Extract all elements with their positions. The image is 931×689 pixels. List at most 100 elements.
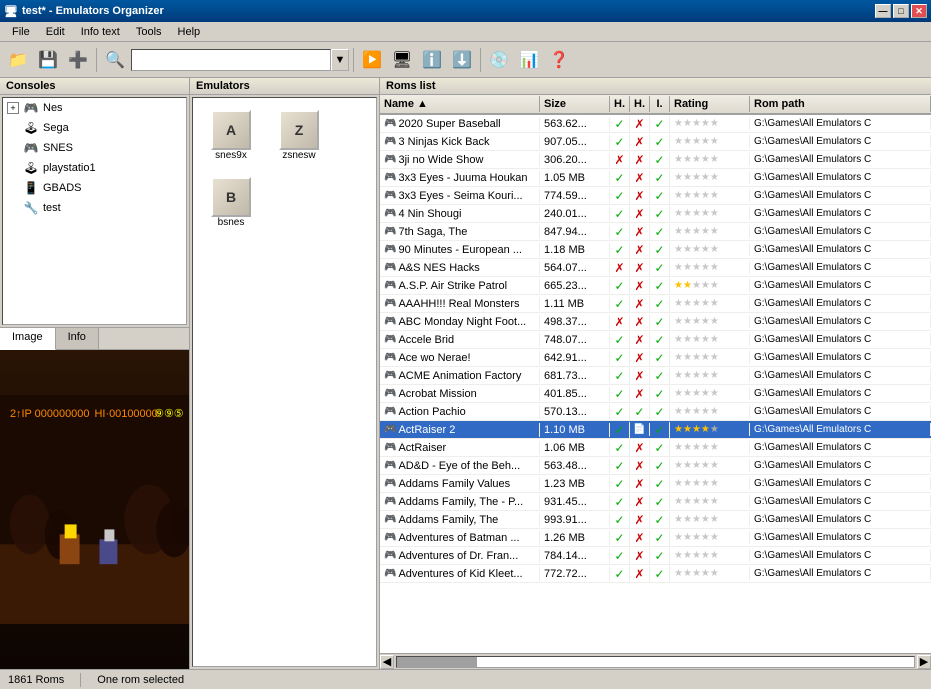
console-icon-snes: 🎮 — [23, 140, 39, 156]
col-header-h1[interactable]: H. — [610, 96, 630, 112]
console-item-snes[interactable]: 🎮SNES — [3, 138, 186, 158]
rom-row[interactable]: 🎮A&S NES Hacks564.07...✗✗✓★★★★★G:\Games\… — [380, 259, 931, 277]
rom-cell-h1: ✓ — [610, 530, 630, 546]
info-button[interactable]: ℹ️ — [418, 46, 446, 74]
horizontal-scrollbar[interactable]: ◀ ▶ — [380, 653, 931, 669]
rom-row[interactable]: 🎮3 Ninjas Kick Back907.05...✓✗✓★★★★★G:\G… — [380, 133, 931, 151]
rom-cell-h1: ✓ — [610, 494, 630, 510]
add-button[interactable]: ➕ — [64, 46, 92, 74]
console-item-gbads[interactable]: 📱GBADS — [3, 178, 186, 198]
chart-button[interactable]: 📊 — [515, 46, 543, 74]
rom-cell-size: 1.23 MB — [540, 477, 610, 491]
rom-cell-h1: ✓ — [610, 224, 630, 240]
rom-cell-size: 1.26 MB — [540, 531, 610, 545]
rom-row[interactable]: 🎮4 Nin Shougi240.01...✓✗✓★★★★★G:\Games\A… — [380, 205, 931, 223]
rom-cell-name: 🎮Accele Brid — [380, 333, 540, 347]
rom-cell-size: 1.18 MB — [540, 243, 610, 257]
search-icon-button[interactable]: 🔍 — [101, 46, 129, 74]
rom-row[interactable]: 🎮Adventures of Dr. Fran...784.14...✓✗✓★★… — [380, 547, 931, 565]
col-header-rating[interactable]: Rating — [670, 96, 750, 112]
console-item-sega[interactable]: 🕹Sega — [3, 118, 186, 138]
download-button[interactable]: ⬇️ — [448, 46, 476, 74]
image-area: 2↑IP 000000000 HI·00100000 ⑨⑨⑤ — [0, 350, 189, 669]
rom-cell-path: G:\Games\All Emulators C — [750, 513, 931, 526]
rom-row[interactable]: 🎮ACME Animation Factory681.73...✓✗✓★★★★★… — [380, 367, 931, 385]
cd-button[interactable]: 💿 — [485, 46, 513, 74]
emulator-icon-bsnes: B — [211, 177, 251, 217]
menu-item-info-text[interactable]: Info text — [73, 24, 128, 40]
rom-row[interactable]: 🎮2020 Super Baseball563.62...✓✗✓★★★★★G:\… — [380, 115, 931, 133]
console-list[interactable]: +🎮Nes🕹Sega🎮SNES🕹playstatio1📱GBADS🔧test — [2, 97, 187, 325]
rom-cell-path: G:\Games\All Emulators C — [750, 459, 931, 472]
rom-row[interactable]: 🎮Action Pachio570.13...✓✓✓★★★★★G:\Games\… — [380, 403, 931, 421]
roms-body[interactable]: 🎮2020 Super Baseball563.62...✓✗✓★★★★★G:\… — [380, 115, 931, 653]
menu-item-edit[interactable]: Edit — [38, 24, 73, 40]
rom-row[interactable]: 🎮AAAHH!!! Real Monsters1.11 MB✓✗✓★★★★★G:… — [380, 295, 931, 313]
expand-button-nes[interactable]: + — [7, 102, 19, 114]
col-header-i[interactable]: I. — [650, 96, 670, 112]
rom-cell-i: ✓ — [650, 548, 670, 564]
console-item-playstatio1[interactable]: 🕹playstatio1 — [3, 158, 186, 178]
rom-row[interactable]: 🎮3ji no Wide Show306.20...✗✗✓★★★★★G:\Gam… — [380, 151, 931, 169]
rom-cell-rating: ★★★★★ — [670, 351, 750, 364]
rom-cell-path: G:\Games\All Emulators C — [750, 567, 931, 580]
rom-row[interactable]: 🎮Acrobat Mission401.85...✓✗✓★★★★★G:\Game… — [380, 385, 931, 403]
rom-row[interactable]: 🎮ActRaiser1.06 MB✓✗✓★★★★★G:\Games\All Em… — [380, 439, 931, 457]
search-input[interactable] — [131, 49, 331, 71]
rom-cell-path: G:\Games\All Emulators C — [750, 315, 931, 328]
rom-row[interactable]: 🎮ABC Monday Night Foot...498.37...✗✗✓★★★… — [380, 313, 931, 331]
col-header-size[interactable]: Size — [540, 96, 610, 112]
col-header-h2[interactable]: H. — [630, 96, 650, 112]
menu-item-help[interactable]: Help — [170, 24, 209, 40]
rom-cell-size: 774.59... — [540, 189, 610, 203]
rom-cell-rating: ★★★★★ — [670, 315, 750, 328]
rom-row[interactable]: 🎮7th Saga, The847.94...✓✗✓★★★★★G:\Games\… — [380, 223, 931, 241]
database-button[interactable]: 🖥 — [388, 46, 416, 74]
rom-row[interactable]: 🎮Addams Family Values1.23 MB✓✗✓★★★★★G:\G… — [380, 475, 931, 493]
emulator-name-snes9x: snes9x — [215, 150, 247, 161]
rom-row[interactable]: 🎮ActRaiser 21.10 MB✓📄✓★★★★★G:\Games\All … — [380, 421, 931, 439]
minimize-button[interactable]: — — [875, 4, 891, 18]
rom-cell-name: 🎮AAAHH!!! Real Monsters — [380, 297, 540, 311]
horizontal-scrollbar-thumb[interactable] — [397, 657, 477, 667]
menu-item-tools[interactable]: Tools — [128, 24, 170, 40]
tab-image[interactable]: Image — [0, 328, 56, 350]
rom-row[interactable]: 🎮90 Minutes - European ...1.18 MB✓✗✓★★★★… — [380, 241, 931, 259]
emulator-item-snes9x[interactable]: Asnes9x — [201, 106, 261, 165]
rom-row[interactable]: 🎮3x3 Eyes - Seima Kouri...774.59...✓✗✓★★… — [380, 187, 931, 205]
scroll-left-button[interactable]: ◀ — [380, 655, 394, 669]
roms-pane: Roms list Name ▲ Size H. H. I. Rating Ro… — [380, 78, 931, 669]
run-button[interactable]: ▶️ — [358, 46, 386, 74]
menu-item-file[interactable]: File — [4, 24, 38, 40]
rom-row[interactable]: 🎮AD&D - Eye of the Beh...563.48...✓✗✓★★★… — [380, 457, 931, 475]
rom-row[interactable]: 🎮Adventures of Batman ...1.26 MB✓✗✓★★★★★… — [380, 529, 931, 547]
rom-row[interactable]: 🎮Adventures of Kid Kleet...772.72...✓✗✓★… — [380, 565, 931, 583]
rom-cell-rating: ★★★★★ — [670, 243, 750, 256]
folder-open-button[interactable]: 📁 — [4, 46, 32, 74]
col-header-path[interactable]: Rom path — [750, 96, 931, 112]
rom-cell-rating: ★★★★★ — [670, 405, 750, 418]
emulator-item-zsnesw[interactable]: Zzsnesw — [269, 106, 329, 165]
close-button[interactable]: ✕ — [911, 4, 927, 18]
rom-row[interactable]: 🎮Addams Family, The - P...931.45...✓✗✓★★… — [380, 493, 931, 511]
tab-info[interactable]: Info — [56, 328, 99, 349]
rom-row[interactable]: 🎮Accele Brid748.07...✓✗✓★★★★★G:\Games\Al… — [380, 331, 931, 349]
maximize-button[interactable]: □ — [893, 4, 909, 18]
emulator-item-bsnes[interactable]: Bbsnes — [201, 173, 261, 232]
save-button[interactable]: 💾 — [34, 46, 62, 74]
rom-row[interactable]: 🎮Ace wo Nerae!642.91...✓✗✓★★★★★G:\Games\… — [380, 349, 931, 367]
horizontal-scrollbar-track[interactable] — [396, 656, 915, 668]
rom-cell-h1: ✓ — [610, 350, 630, 366]
scroll-right-button[interactable]: ▶ — [917, 655, 931, 669]
rom-cell-size: 570.13... — [540, 405, 610, 419]
rom-row[interactable]: 🎮Addams Family, The993.91...✓✗✓★★★★★G:\G… — [380, 511, 931, 529]
search-dropdown-button[interactable]: ▼ — [331, 49, 349, 71]
console-item-test[interactable]: 🔧test — [3, 198, 186, 218]
rom-row[interactable]: 🎮A.S.P. Air Strike Patrol665.23...✓✗✓★★★… — [380, 277, 931, 295]
col-header-name[interactable]: Name ▲ — [380, 96, 540, 112]
emulator-name-zsnesw: zsnesw — [282, 150, 315, 161]
rom-row[interactable]: 🎮3x3 Eyes - Juuma Houkan1.05 MB✓✗✓★★★★★G… — [380, 169, 931, 187]
console-item-nes[interactable]: +🎮Nes — [3, 98, 186, 118]
emulators-header: Emulators — [190, 78, 379, 95]
help-button[interactable]: ❓ — [545, 46, 573, 74]
